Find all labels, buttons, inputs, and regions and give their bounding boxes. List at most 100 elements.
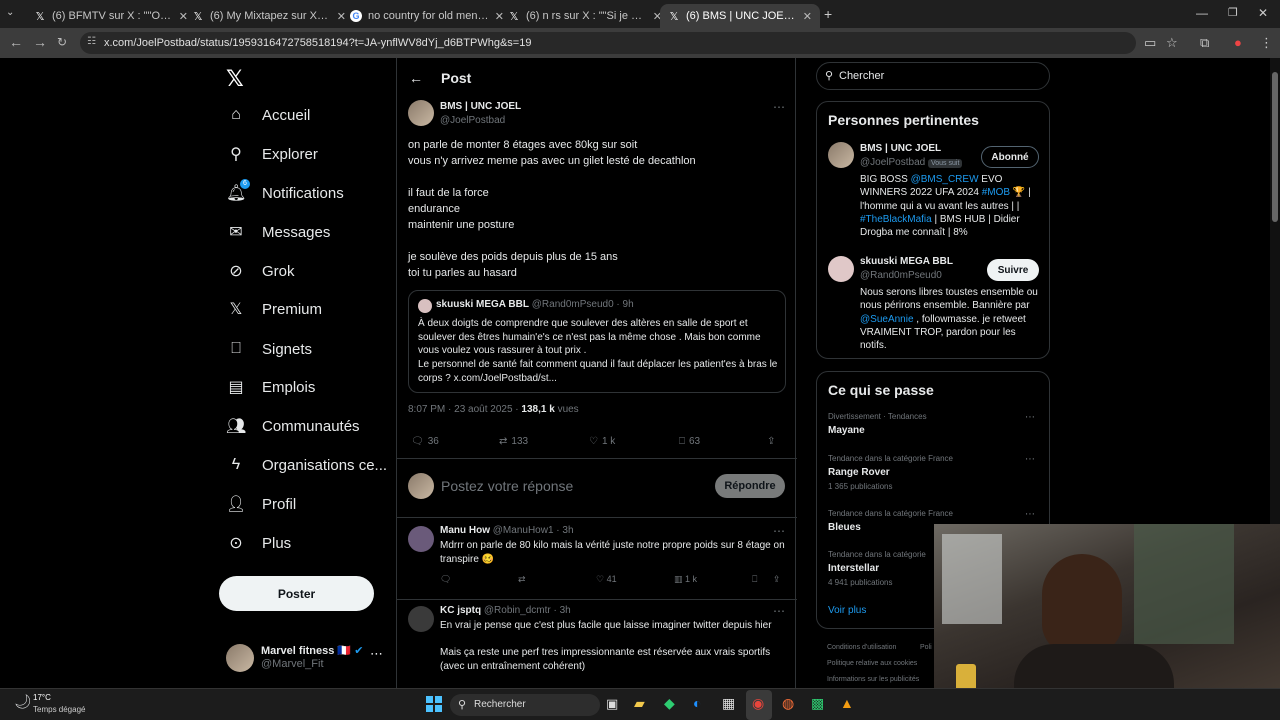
taskbar-search[interactable]: ⚲ Rechercher (450, 694, 600, 716)
windows-start-icon[interactable] (426, 696, 442, 712)
minimize-icon[interactable]: — (1196, 6, 1208, 20)
edge-icon[interactable]: ◐ (693, 695, 701, 711)
reply-button[interactable]: Répondre (715, 474, 785, 498)
back-arrow-icon[interactable]: ← (409, 70, 423, 86)
nav-bookmarks[interactable]: ⎕ Signets (226, 334, 312, 364)
share-action[interactable]: ⇪ (767, 436, 775, 447)
nav-premium[interactable]: 𝕏 Premium (226, 294, 322, 324)
menu-icon[interactable]: ⋮ (1260, 35, 1273, 51)
reply-action[interactable]: 🗨︎ 36 (411, 436, 439, 447)
author-handle[interactable]: @JoelPostbad (440, 115, 505, 126)
post-button[interactable]: Poster (219, 576, 374, 611)
weather-desc[interactable]: Temps dégagé (33, 705, 85, 714)
share-icon: ⇪ (767, 436, 776, 447)
store-icon[interactable]: ▦ (722, 695, 735, 712)
trend-item[interactable]: Tendance dans la catégorie France Range … (817, 450, 1049, 498)
nav-profile[interactable]: 👤︎ Profil (226, 489, 296, 519)
bookmark-action[interactable]: ⎕ 63 (679, 436, 700, 447)
close-window-icon[interactable]: ✕ (1258, 6, 1268, 20)
maximize-icon[interactable]: ❐ (1228, 6, 1238, 19)
nav-grok[interactable]: ⊘ Grok (226, 256, 294, 286)
footer-link[interactable]: Informations sur les publicités (827, 676, 919, 683)
quoted-post[interactable]: skuuski MEGA BBL @Rand0mPseud0 · 9h À de… (408, 290, 786, 393)
reply-input[interactable]: Postez votre réponse (441, 478, 573, 494)
avatar[interactable] (408, 526, 434, 552)
tab-list-icon[interactable]: ⌄ (6, 7, 14, 18)
avatar[interactable] (408, 100, 434, 126)
person-handle[interactable]: @Rand0mPseud0 (860, 270, 942, 281)
nav-explore[interactable]: ⚲ Explorer (226, 139, 318, 169)
close-tab-icon[interactable]: ✕ (803, 10, 812, 23)
avatar[interactable] (828, 256, 854, 282)
search-input[interactable]: ⚲ Chercher (816, 62, 1050, 90)
weather-icon[interactable]: 🌙︎ (14, 693, 32, 710)
browser-tab[interactable]: 𝕏(6) n rs sur X : ""Si je peux pas✕ (500, 4, 670, 28)
like-action[interactable]: ♡ 1 k (589, 436, 615, 447)
account-switcher[interactable]: Marvel fitness 🇫🇷 ✔ @Marvel_Fit ⋯ (226, 642, 386, 682)
nav-jobs[interactable]: ▤ Emplois (226, 372, 315, 402)
follow-button[interactable]: Suivre (987, 259, 1039, 281)
bookmark-icon[interactable]: ⎕ (752, 574, 757, 585)
cast-icon[interactable]: ▭ (1144, 35, 1156, 51)
scrollbar-thumb[interactable] (1272, 72, 1278, 222)
x-logo-icon[interactable]: 𝕏 (226, 66, 244, 92)
footer-link[interactable]: Politique relative aux cookies (827, 660, 917, 667)
person-name[interactable]: BMS | UNC JOEL (860, 143, 941, 154)
main-column: ← Post BMS | UNC JOEL @JoelPostbad ⋯ on … (396, 58, 797, 688)
repost-icon[interactable]: ⇄ (518, 574, 526, 585)
url-field[interactable]: ☷ x.com/JoelPostbad/status/1959316472758… (80, 32, 1136, 54)
extensions-icon[interactable]: ⧉ (1200, 35, 1209, 51)
browser-tab[interactable]: 𝕏(6) My Mixtapez sur X : "Black✕ (184, 4, 354, 28)
task-view-icon[interactable]: ▣ (606, 696, 618, 712)
bookmark-icon: ⎕ (231, 340, 241, 357)
vlc-icon[interactable]: ▲ (840, 695, 854, 711)
more-dots-icon[interactable]: ⋯ (773, 524, 785, 538)
show-more-link[interactable]: Voir plus (828, 605, 866, 616)
more-dots-icon[interactable]: ⋯ (773, 100, 785, 114)
chrome-active[interactable]: ◉ (746, 690, 772, 720)
browser-tab[interactable]: 𝕏(6) BFMTV sur X : ""On est dans✕ (26, 4, 196, 28)
app-icon[interactable]: ▩ (811, 695, 824, 712)
nav-messages[interactable]: ✉ Messages (226, 217, 330, 247)
profile-icon[interactable]: ● (1234, 35, 1242, 50)
author-name[interactable]: BMS | UNC JOEL (440, 101, 521, 112)
more-dots-icon[interactable]: ⋯ (1025, 509, 1035, 520)
file-explorer-icon[interactable]: ▰ (634, 695, 645, 712)
comment-icon[interactable]: 🗨︎ (440, 574, 451, 585)
verified-icon: ✔ (354, 645, 364, 657)
browser-tab-active[interactable]: 𝕏(6) BMS | UNC JOEL sur X : "on✕ (660, 4, 820, 28)
nvidia-icon[interactable]: ◆ (664, 695, 675, 712)
back-icon[interactable]: ← (9, 34, 23, 50)
forward-icon[interactable]: → (33, 34, 47, 50)
nav-more[interactable]: ⊙ Plus (226, 528, 291, 558)
more-dots-icon[interactable]: ⋯ (370, 646, 383, 662)
bookmark-star-icon[interactable]: ☆ (1166, 35, 1178, 51)
comment-item[interactable]: KC jsptq @Robin_dcmtr · 3h ⋯ En vrai je … (397, 600, 797, 688)
footer-link[interactable]: Poli (920, 644, 932, 651)
more-dots-icon[interactable]: ⋯ (1025, 412, 1035, 423)
more-dots-icon[interactable]: ⋯ (1025, 454, 1035, 465)
comment-item[interactable]: Manu How @ManuHow1 · 3h ⋯ Mdrrr on parle… (397, 518, 797, 600)
nav-home[interactable]: ⌂ Accueil (226, 100, 310, 130)
avatar[interactable] (408, 606, 434, 632)
nav-notifications[interactable]: 🔔︎ 6 Notifications (226, 178, 344, 208)
following-button[interactable]: Abonné (981, 146, 1039, 168)
nav-organisations[interactable]: ϟ Organisations ce... (226, 450, 387, 480)
more-dots-icon[interactable]: ⋯ (773, 604, 785, 618)
person-name[interactable]: skuuski MEGA BBL (860, 256, 953, 267)
repost-action[interactable]: ⇄ 133 (499, 436, 528, 447)
weather-temp[interactable]: 17°C (33, 693, 51, 702)
footer-link[interactable]: Conditions d'utilisation (827, 644, 896, 651)
heart-icon[interactable]: ♡ 41 (596, 574, 617, 585)
trend-item[interactable]: Divertissement · Tendances Mayane ⋯ (817, 408, 1049, 444)
post-actions: 🗨︎ 36 ⇄ 133 ♡ 1 k ⎕ 63 ⇪ (411, 436, 783, 452)
firefox-icon[interactable]: ◍ (782, 695, 794, 712)
views-icon[interactable]: ▥ 1 k (674, 574, 697, 585)
new-tab-icon[interactable]: + (824, 6, 832, 22)
reload-icon[interactable]: ↻ (57, 35, 67, 49)
site-info-icon[interactable]: ☷ (87, 36, 96, 47)
share-icon[interactable]: ⇪ (773, 574, 781, 585)
nav-communities[interactable]: 👥︎ Communautés (226, 411, 360, 441)
avatar[interactable] (828, 142, 854, 168)
browser-tab[interactable]: Gno country for old men - Reche✕ (342, 4, 512, 28)
